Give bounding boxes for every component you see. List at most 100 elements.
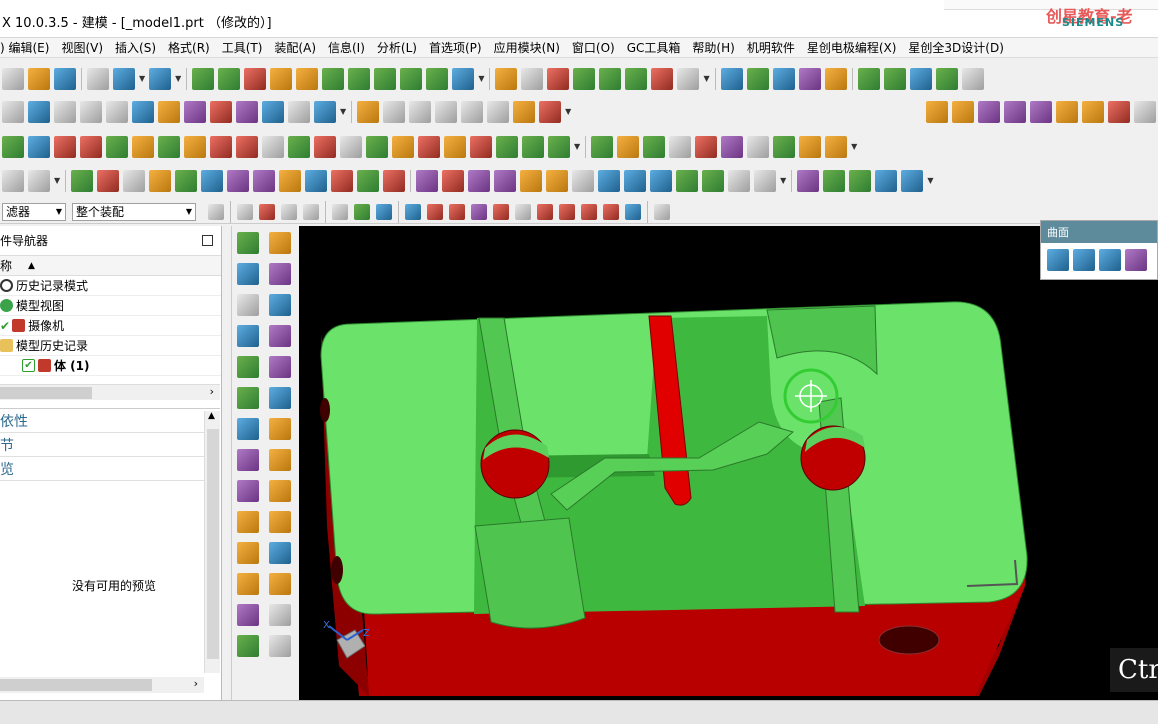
- curve-icon[interactable]: [539, 100, 562, 123]
- analysis-icon[interactable]: [175, 169, 198, 192]
- part-icon[interactable]: [625, 67, 648, 90]
- feature-icon[interactable]: [591, 135, 614, 158]
- redo-dropdown-icon[interactable]: ▼: [175, 74, 181, 83]
- analysis-icon[interactable]: [71, 169, 94, 192]
- analysis-icon[interactable]: [383, 169, 406, 192]
- menu-analysis[interactable]: 分析(L): [377, 39, 417, 56]
- scrollbar-thumb[interactable]: [207, 429, 219, 659]
- mold-feature-icon[interactable]: [237, 294, 259, 316]
- analysis-icon[interactable]: [624, 169, 647, 192]
- mold-feature-icon[interactable]: [269, 356, 291, 378]
- mold-feature-icon[interactable]: [237, 387, 259, 409]
- menu-gc-toolkit[interactable]: GC工具箱: [627, 39, 681, 56]
- menu-tools[interactable]: 工具(T): [222, 39, 263, 56]
- tool-icon[interactable]: [935, 67, 958, 90]
- scrollbar-thumb[interactable]: [0, 387, 92, 399]
- midpoint-icon[interactable]: [449, 203, 465, 220]
- mold-feature-icon[interactable]: [237, 232, 259, 254]
- panel-horizontal-scrollbar[interactable]: ›: [0, 677, 204, 693]
- snap-icon[interactable]: [237, 203, 253, 220]
- menu-preferences[interactable]: 首选项(P): [429, 39, 482, 56]
- analysis-icon[interactable]: [598, 169, 621, 192]
- mold-feature-icon[interactable]: [237, 511, 259, 533]
- mold-feature-icon[interactable]: [269, 325, 291, 347]
- details-panel-header[interactable]: 节: [0, 433, 220, 457]
- analysis-icon[interactable]: [201, 169, 224, 192]
- rectangle-select-icon[interactable]: [332, 203, 348, 220]
- feature-icon[interactable]: [548, 135, 570, 158]
- surface-tool-icon[interactable]: [1125, 249, 1147, 271]
- type-filter-combo[interactable]: 滤器 ▼: [2, 202, 66, 221]
- tool-icon[interactable]: [824, 67, 847, 90]
- surface-tool-icon[interactable]: [1073, 249, 1095, 271]
- feature-icon[interactable]: [28, 135, 50, 158]
- toolbar-dropdown-icon[interactable]: ▼: [851, 142, 857, 151]
- point-on-curve-icon[interactable]: [603, 203, 619, 220]
- mold-feature-icon[interactable]: [269, 635, 291, 657]
- trim-icon[interactable]: [383, 100, 406, 123]
- analysis-icon[interactable]: [494, 169, 517, 192]
- curve-icon[interactable]: [513, 100, 536, 123]
- analysis-icon[interactable]: [279, 169, 302, 192]
- scrollbar-thumb[interactable]: [0, 679, 152, 691]
- analysis-icon[interactable]: [546, 169, 569, 192]
- mold-feature-icon[interactable]: [269, 387, 291, 409]
- undo-dropdown-icon[interactable]: ▼: [139, 74, 145, 83]
- curve-icon[interactable]: [184, 100, 206, 123]
- surface-tool-icon[interactable]: [1047, 249, 1069, 271]
- curve-icon[interactable]: [357, 100, 380, 123]
- feature-icon[interactable]: [695, 135, 718, 158]
- mold-tool-icon[interactable]: [244, 67, 267, 90]
- feature-icon[interactable]: [2, 135, 24, 158]
- table-icon[interactable]: [547, 67, 570, 90]
- mold-tool-icon[interactable]: [400, 67, 423, 90]
- new-file-icon[interactable]: [2, 67, 24, 90]
- chevron-right-icon[interactable]: ›: [210, 385, 214, 398]
- preview-panel-header[interactable]: 览: [0, 457, 220, 481]
- scale-icon[interactable]: [728, 169, 751, 192]
- surface-tool-icon[interactable]: [1004, 100, 1026, 123]
- feature-icon[interactable]: [444, 135, 466, 158]
- feature-icon[interactable]: [643, 135, 666, 158]
- arc-icon[interactable]: [28, 100, 50, 123]
- open-folder-icon[interactable]: [28, 67, 50, 90]
- analysis-icon[interactable]: [849, 169, 872, 192]
- analysis-icon[interactable]: [97, 169, 120, 192]
- toolbar-dropdown-icon[interactable]: ▼: [478, 74, 484, 83]
- analysis-icon[interactable]: [650, 169, 673, 192]
- mold-feature-icon[interactable]: [237, 418, 259, 440]
- feature-icon[interactable]: [262, 135, 284, 158]
- block-icon[interactable]: [340, 135, 362, 158]
- feature-icon[interactable]: [522, 135, 544, 158]
- curve-icon[interactable]: [288, 100, 310, 123]
- mold-feature-icon[interactable]: [237, 542, 259, 564]
- point-on-surface-icon[interactable]: [625, 203, 641, 220]
- feature-icon[interactable]: [184, 135, 206, 158]
- analysis-icon[interactable]: [823, 169, 846, 192]
- mold-feature-icon[interactable]: [237, 573, 259, 595]
- feature-icon[interactable]: [158, 135, 180, 158]
- analysis-icon[interactable]: [702, 169, 725, 192]
- feature-icon[interactable]: [210, 135, 232, 158]
- ruler-icon[interactable]: [269, 604, 291, 626]
- toolbar-dropdown-icon[interactable]: ▼: [703, 74, 709, 83]
- display-icon[interactable]: [754, 169, 777, 192]
- feature-icon[interactable]: [314, 135, 336, 158]
- analysis-icon[interactable]: [305, 169, 328, 192]
- assembly-icon[interactable]: [677, 67, 700, 90]
- r-tool-icon[interactable]: [270, 67, 293, 90]
- navigator-horizontal-scrollbar[interactable]: ›: [0, 384, 220, 400]
- rectangle-icon[interactable]: [2, 100, 24, 123]
- analysis-icon[interactable]: [416, 169, 439, 192]
- mold-feature-icon[interactable]: [269, 263, 291, 285]
- existing-point-icon[interactable]: [581, 203, 597, 220]
- tree-node-body[interactable]: ✔ 体 (1): [0, 356, 221, 376]
- trim-icon[interactable]: [409, 100, 432, 123]
- select-icon[interactable]: [354, 203, 370, 220]
- surface-tool-icon[interactable]: [978, 100, 1000, 123]
- surface-tool-icon[interactable]: [1082, 100, 1104, 123]
- navigator-column-header[interactable]: 称 ▲: [0, 256, 221, 276]
- curve-icon[interactable]: [132, 100, 154, 123]
- info-icon[interactable]: [123, 169, 146, 192]
- curve-icon[interactable]: [435, 100, 458, 123]
